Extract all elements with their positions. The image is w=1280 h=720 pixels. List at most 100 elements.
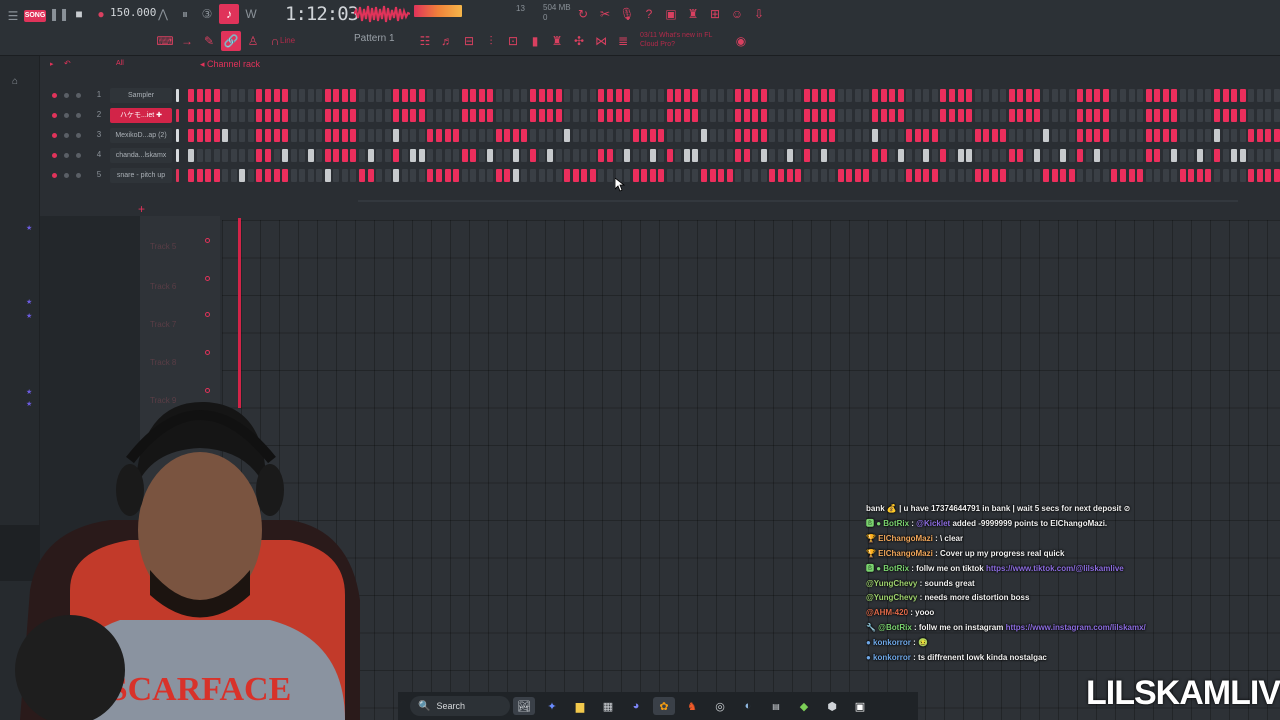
step-button[interactable] [581,109,588,122]
channel-number[interactable]: 2 [94,110,104,119]
piano-roll-icon[interactable]: ♬ [437,31,457,51]
step-button[interactable] [299,89,306,102]
step-button[interactable] [1248,109,1255,122]
step-button[interactable] [1214,89,1220,102]
step-button[interactable] [530,149,536,162]
step-button[interactable] [983,89,990,102]
step-button[interactable] [726,109,733,122]
channel-knob[interactable] [64,153,69,158]
step-button[interactable] [1179,89,1186,102]
step-button[interactable] [188,89,194,102]
step-button[interactable] [1051,89,1058,102]
step-button[interactable] [615,89,622,102]
step-button[interactable] [282,129,289,142]
step-button[interactable] [1060,89,1067,102]
step-button[interactable] [666,129,673,142]
step-button[interactable] [521,169,528,182]
step-button[interactable] [495,149,502,162]
download-icon[interactable]: ⇩ [749,4,769,24]
step-button[interactable] [624,109,631,122]
step-button[interactable] [1094,89,1101,102]
step-button[interactable] [256,169,263,182]
step-button[interactable] [914,149,921,162]
step-button[interactable] [470,169,477,182]
channel-selector[interactable] [176,169,179,182]
step-button[interactable] [1145,129,1152,142]
step-button[interactable] [547,89,554,102]
step-button[interactable] [418,109,425,122]
step-button[interactable] [1205,169,1212,182]
step-button[interactable] [948,169,955,182]
step-button[interactable] [769,149,776,162]
step-button[interactable] [701,89,707,102]
channel-number[interactable]: 3 [94,130,104,139]
track-mute-dot[interactable] [205,276,210,281]
step-button[interactable] [820,169,827,182]
step-button[interactable] [359,169,365,182]
step-button[interactable] [632,149,639,162]
step-button[interactable] [273,89,280,102]
step-button[interactable] [239,129,246,142]
step-button[interactable] [752,169,759,182]
step-button[interactable] [854,169,861,182]
step-button[interactable] [803,129,810,142]
step-button[interactable] [743,109,750,122]
step-button[interactable] [213,109,220,122]
step-button[interactable] [675,89,682,102]
step-button[interactable] [718,169,725,182]
step-button[interactable] [1137,169,1144,182]
step-button[interactable] [1000,89,1007,102]
step-button[interactable] [282,169,289,182]
step-button[interactable] [478,89,485,102]
step-button[interactable] [316,169,323,182]
step-button[interactable] [957,89,964,102]
step-button[interactable] [1154,109,1161,122]
step-button[interactable] [273,169,280,182]
step-button[interactable] [948,109,955,122]
step-button[interactable] [735,169,742,182]
step-button[interactable] [1222,89,1229,102]
step-button[interactable] [820,149,827,162]
step-button[interactable] [854,129,861,142]
chat-link[interactable]: https://www.instagram.com/lilskamx/ [1006,623,1146,632]
step-button[interactable] [957,169,964,182]
channel-row[interactable]: 1 Sampler [40,88,1280,104]
step-button[interactable] [1017,169,1024,182]
step-button[interactable] [1162,89,1169,102]
step-button[interactable] [837,129,844,142]
step-button[interactable] [1068,129,1075,142]
step-button[interactable] [940,169,947,182]
step-button[interactable] [1008,129,1015,142]
rack-scrollbar[interactable] [358,200,1238,202]
cut-icon[interactable]: ✂ [595,4,615,24]
step-button[interactable] [752,149,759,162]
wait-icon[interactable]: ⏸ [175,4,195,24]
step-button[interactable] [957,149,964,162]
step-button[interactable] [837,169,844,182]
step-button[interactable] [889,169,896,182]
step-button[interactable] [1179,109,1186,122]
step-button[interactable] [743,149,750,162]
step-button[interactable] [906,169,913,182]
step-button[interactable] [1239,149,1246,162]
step-button[interactable] [1000,169,1007,182]
step-button[interactable] [376,169,383,182]
step-button[interactable] [410,109,417,122]
step-button[interactable] [196,149,203,162]
step-button[interactable] [1205,149,1212,162]
step-button[interactable] [598,129,605,142]
step-button[interactable] [1196,149,1203,162]
step-button[interactable] [1051,169,1058,182]
track-mute-dot[interactable] [205,350,210,355]
step-button[interactable] [341,149,348,162]
step-button[interactable] [367,109,374,122]
step-button[interactable] [538,89,545,102]
step-button[interactable] [872,89,878,102]
channel-knob[interactable] [64,93,69,98]
step-button[interactable] [538,129,545,142]
stop-icon[interactable]: ■ [69,4,89,24]
step-button[interactable] [940,109,947,122]
tempo-icon[interactable]: ♜ [547,31,567,51]
track-mute-dot[interactable] [205,238,210,243]
step-button[interactable] [1188,169,1195,182]
